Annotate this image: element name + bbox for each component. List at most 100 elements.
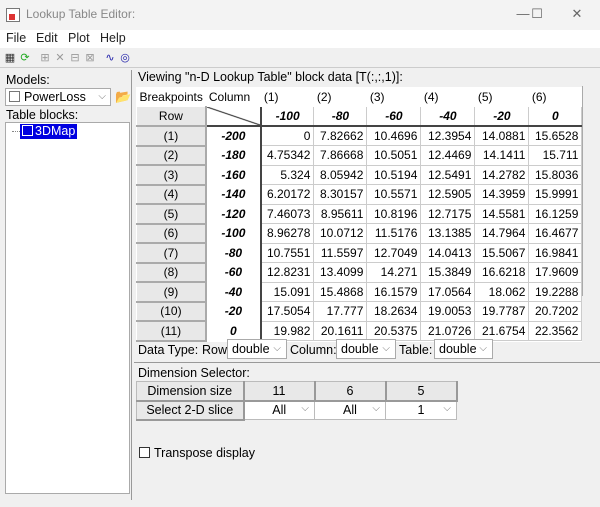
row-breakpoint-cell[interactable]: -180 [205, 145, 262, 165]
table-cell[interactable]: 7.82662 [313, 126, 368, 146]
table-cell[interactable]: 16.9841 [528, 243, 583, 263]
row-breakpoint-cell[interactable]: -120 [205, 204, 262, 224]
table-cell[interactable]: 15.8036 [528, 165, 583, 185]
add-column-icon[interactable]: ⊟ [68, 51, 82, 65]
row-breakpoint-cell[interactable]: 0 [205, 321, 262, 341]
table-cell[interactable]: 14.2782 [474, 165, 530, 185]
table-cell[interactable]: 14.0413 [420, 243, 476, 263]
add-row-icon[interactable]: ⊞ [38, 51, 52, 65]
row-breakpoint-cell[interactable]: -20 [205, 301, 262, 321]
table-cell[interactable]: 10.4696 [366, 126, 422, 146]
transpose-checkbox[interactable] [139, 447, 150, 458]
table-cell[interactable]: 21.0726 [420, 321, 476, 341]
table-cell[interactable]: 17.9609 [528, 262, 583, 283]
column-breakpoint-cell[interactable]: -100 [260, 106, 315, 127]
slice-select-2[interactable]: All ⌵ [314, 400, 386, 420]
table-cell[interactable]: 15.4868 [313, 282, 368, 302]
table-cell[interactable]: 8.30157 [313, 184, 368, 205]
table-cell[interactable]: 12.5905 [420, 184, 476, 205]
column-breakpoint-cell[interactable]: -20 [474, 106, 530, 127]
table-cell[interactable]: 20.5375 [366, 321, 422, 341]
row-breakpoint-cell[interactable]: -100 [205, 223, 262, 243]
row-type-select[interactable]: double ⌵ [227, 339, 287, 359]
delete-row-icon[interactable]: ✕ [53, 51, 67, 65]
panel-splitter[interactable] [131, 70, 134, 500]
table-cell[interactable]: 10.5194 [366, 165, 422, 185]
transpose-label[interactable]: Transpose display [154, 446, 255, 460]
line-plot-icon[interactable]: ∿ [103, 51, 117, 65]
row-breakpoint-cell[interactable]: -60 [205, 262, 262, 282]
table-cell[interactable]: 12.5491 [420, 165, 476, 185]
menu-plot[interactable]: Plot [68, 31, 90, 45]
table-cell[interactable]: 8.95611 [313, 204, 368, 224]
table-cell[interactable]: 16.4677 [528, 223, 583, 244]
column-breakpoint-cell[interactable]: -40 [420, 106, 476, 127]
model-select[interactable]: PowerLoss ⌵ [5, 88, 111, 106]
table-cell[interactable]: 18.062 [474, 282, 530, 302]
table-cell[interactable]: 15.6528 [528, 126, 583, 146]
tree-item-3dmap[interactable]: 3DMap [20, 124, 78, 139]
section-divider[interactable] [134, 362, 600, 363]
table-cell[interactable]: 15.091 [260, 282, 315, 302]
table-cell[interactable]: 10.0712 [313, 223, 368, 244]
refresh-icon[interactable]: ⟳ [18, 51, 32, 65]
table-cell[interactable]: 8.05942 [313, 165, 368, 185]
table-cell[interactable]: 11.5597 [313, 243, 368, 263]
column-type-select[interactable]: double ⌵ [336, 339, 396, 359]
table-icon[interactable]: ▦ [3, 51, 17, 65]
table-cell[interactable]: 19.2288 [528, 282, 583, 302]
row-breakpoint-cell[interactable]: -80 [205, 243, 262, 263]
table-cell[interactable]: 16.1579 [366, 282, 422, 302]
table-cell[interactable]: 12.4469 [420, 145, 476, 166]
table-cell[interactable]: 15.3849 [420, 262, 476, 283]
slice-select-3[interactable]: 1 ⌵ [385, 400, 457, 420]
table-cell[interactable]: 13.1385 [420, 223, 476, 244]
open-folder-icon[interactable]: 📂 [115, 89, 131, 105]
table-cell[interactable]: 17.777 [313, 301, 368, 322]
table-cell[interactable]: 11.5176 [366, 223, 422, 244]
table-cell[interactable]: 19.982 [260, 321, 315, 341]
column-breakpoint-cell[interactable]: -80 [313, 106, 368, 127]
table-cell[interactable]: 16.6218 [474, 262, 530, 283]
table-cell[interactable]: 10.5571 [366, 184, 422, 205]
slice-select-1[interactable]: All ⌵ [243, 400, 315, 420]
row-breakpoint-cell[interactable]: -160 [205, 165, 262, 185]
table-cell[interactable]: 14.5581 [474, 204, 530, 224]
menu-file[interactable]: File [6, 31, 26, 45]
table-cell[interactable]: 12.3954 [420, 126, 476, 146]
table-cell[interactable]: 19.7787 [474, 301, 530, 322]
table-cell[interactable]: 14.1411 [474, 145, 530, 166]
table-cell[interactable]: 12.7175 [420, 204, 476, 224]
table-cell[interactable]: 17.5054 [260, 301, 315, 322]
table-cell[interactable]: 14.7964 [474, 223, 530, 244]
table-cell[interactable]: 22.3562 [528, 321, 583, 341]
row-breakpoint-cell[interactable]: -40 [205, 282, 262, 302]
table-cell[interactable]: 10.7551 [260, 243, 315, 263]
table-cell[interactable]: 13.4099 [313, 262, 368, 283]
table-cell[interactable]: 10.5051 [366, 145, 422, 166]
table-cell[interactable]: 6.20172 [260, 184, 315, 205]
table-cell[interactable]: 15.711 [528, 145, 583, 166]
table-cell[interactable]: 20.7202 [528, 301, 583, 322]
table-cell[interactable]: 5.324 [260, 165, 315, 185]
table-cell[interactable]: 20.1611 [313, 321, 368, 341]
table-cell[interactable]: 14.3959 [474, 184, 530, 205]
column-breakpoint-cell[interactable]: -60 [366, 106, 422, 127]
table-cell[interactable]: 19.0053 [420, 301, 476, 322]
table-cell[interactable]: 15.9991 [528, 184, 583, 205]
table-cell[interactable]: 17.0564 [420, 282, 476, 302]
mesh-plot-icon[interactable]: ◎ [118, 51, 132, 65]
table-cell[interactable]: 10.8196 [366, 204, 422, 224]
table-cell[interactable]: 15.5067 [474, 243, 530, 263]
column-breakpoint-cell[interactable]: 0 [528, 106, 583, 127]
delete-column-icon[interactable]: ⊠ [83, 51, 97, 65]
table-cell[interactable]: 7.86668 [313, 145, 368, 166]
table-cell[interactable]: 8.96278 [260, 223, 315, 244]
menu-help[interactable]: Help [100, 31, 126, 45]
close-button[interactable]: ✕ [562, 4, 592, 24]
table-cell[interactable]: 12.7049 [366, 243, 422, 263]
table-cell[interactable]: 18.2634 [366, 301, 422, 322]
table-cell[interactable]: 4.75342 [260, 145, 315, 166]
table-cell[interactable]: 12.8231 [260, 262, 315, 283]
row-breakpoint-cell[interactable]: -200 [205, 126, 262, 146]
